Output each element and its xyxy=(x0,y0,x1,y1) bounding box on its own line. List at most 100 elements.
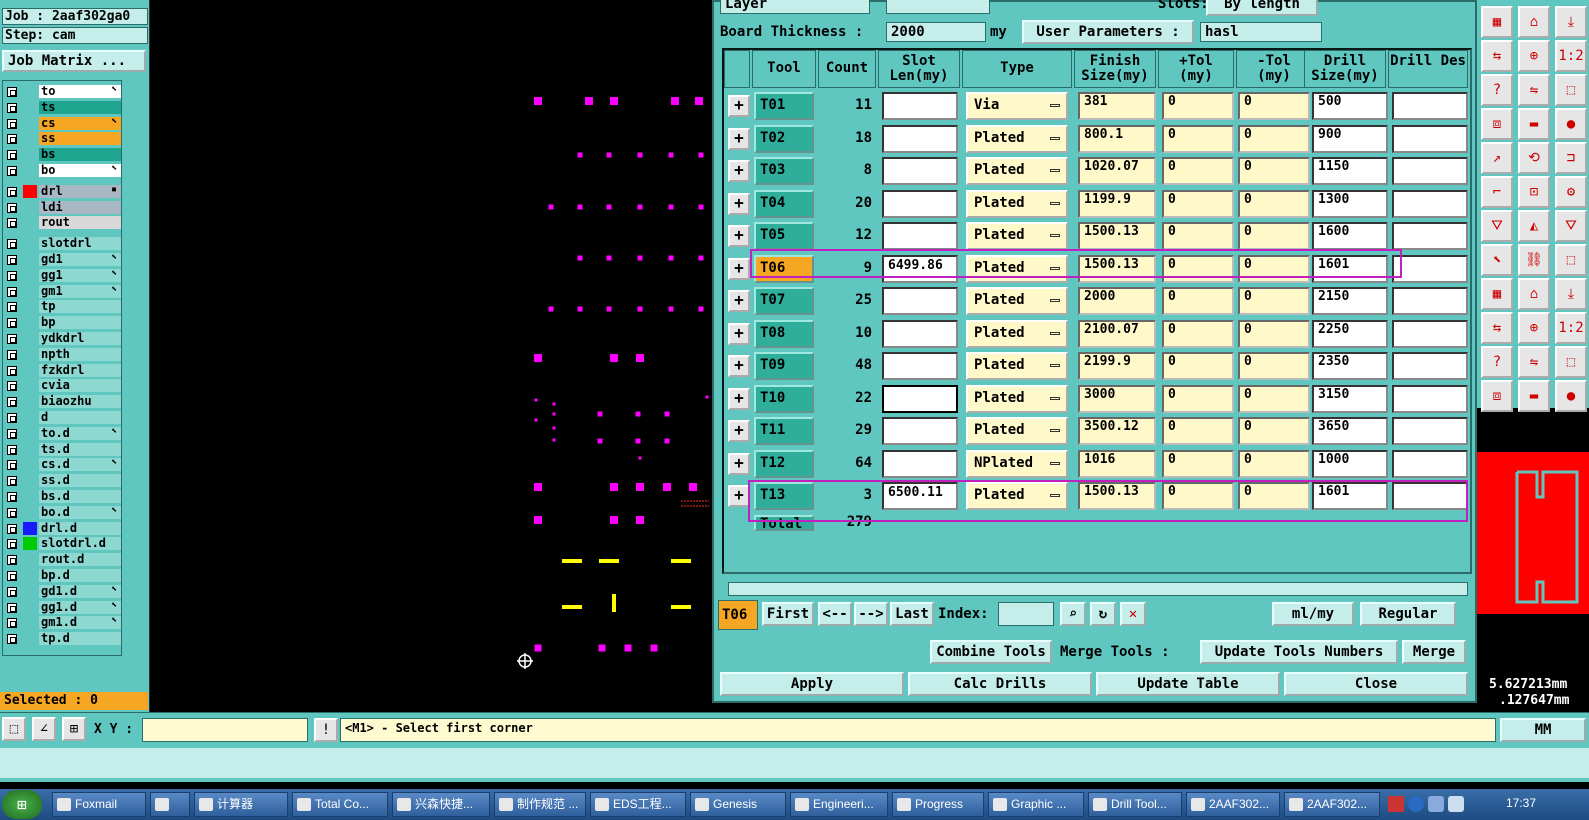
swap-icon[interactable]: ⇆ xyxy=(1481,40,1513,72)
layer-name[interactable]: bp xyxy=(39,316,121,330)
frame-icon[interactable]: ⬚ xyxy=(1555,346,1587,378)
layer-name[interactable]: bs.d xyxy=(39,490,121,503)
drill-des-input[interactable] xyxy=(1392,319,1468,348)
layer-checkbox[interactable] xyxy=(7,428,17,439)
help-icon[interactable]: ? xyxy=(1481,74,1513,106)
layer-color-swatch[interactable] xyxy=(23,332,37,345)
layer-row[interactable]: rout.d xyxy=(3,552,121,567)
zoom-icon[interactable]: ⊕ xyxy=(1518,312,1550,344)
layer-row[interactable]: bs.d xyxy=(3,489,121,504)
finish-size-input[interactable]: 1020.07 xyxy=(1078,157,1156,185)
layers-icon[interactable]: ⧈ xyxy=(1481,108,1513,140)
layer-row[interactable]: biaozhu xyxy=(3,394,121,409)
layer-row[interactable]: drl.d xyxy=(3,521,121,536)
layer-checkbox[interactable] xyxy=(7,618,17,629)
layer-row[interactable]: gm1 ⬉ xyxy=(3,284,121,299)
layer-name[interactable]: npth xyxy=(39,347,121,361)
drill-size-input[interactable]: 1000 xyxy=(1312,449,1388,478)
layer-checkbox[interactable] xyxy=(7,202,17,213)
layer-checkbox[interactable] xyxy=(7,507,17,518)
layer-row[interactable]: to.d ⬉ xyxy=(3,426,121,441)
bracket-icon[interactable]: ⊐ xyxy=(1555,142,1587,174)
start-button[interactable]: ⊞ xyxy=(2,790,42,819)
arrow-icon[interactable]: ↗ xyxy=(1481,142,1513,174)
layer-checkbox[interactable] xyxy=(7,586,17,597)
layer-name[interactable]: to.d xyxy=(39,426,121,440)
plus-tol-input[interactable]: 0 xyxy=(1162,384,1234,413)
slot-len-input[interactable] xyxy=(882,124,958,153)
search-icon[interactable]: ⌕ xyxy=(1060,602,1086,626)
layer-row[interactable]: bp.d xyxy=(3,568,121,583)
tool-button[interactable]: T04 xyxy=(754,189,814,218)
plus-tol-input[interactable]: 0 xyxy=(1162,319,1234,348)
layer-checkbox[interactable] xyxy=(7,492,17,502)
first-button[interactable]: First xyxy=(762,602,814,626)
layer-color-swatch[interactable] xyxy=(23,395,37,408)
volume-icon[interactable] xyxy=(1448,796,1464,812)
layer-name[interactable]: ts.d xyxy=(39,442,121,456)
layer-color-swatch[interactable] xyxy=(23,411,37,424)
layer-checkbox[interactable] xyxy=(7,134,17,145)
layer-checkbox[interactable] xyxy=(7,255,17,265)
layer-checkbox[interactable] xyxy=(7,397,17,408)
table-row[interactable]: + T08 10 Plated 2100.07 0 0 2250 xyxy=(724,318,1470,350)
layer-checkbox[interactable] xyxy=(7,186,17,197)
taskbar-item[interactable]: 制作规范 ... xyxy=(494,792,586,817)
layer-checkbox[interactable] xyxy=(7,539,17,550)
taskbar-item[interactable]: 计算器 xyxy=(194,792,288,817)
layer-color-swatch[interactable] xyxy=(23,616,37,629)
network-icon[interactable] xyxy=(1428,796,1444,812)
type-dropdown[interactable]: Plated xyxy=(966,417,1068,445)
type-dropdown[interactable]: NPlated xyxy=(966,449,1068,478)
slot-len-input[interactable] xyxy=(882,287,958,315)
drill-des-input[interactable] xyxy=(1392,222,1468,250)
layer-checkbox[interactable] xyxy=(7,365,17,376)
update-table-button[interactable]: Update Table xyxy=(1096,672,1280,696)
layer-color-swatch[interactable] xyxy=(23,101,37,114)
layer-row[interactable]: drl ▪ xyxy=(3,184,121,199)
tool-button[interactable]: T08 xyxy=(754,319,814,348)
undo-icon[interactable]: ⟲ xyxy=(1518,142,1550,174)
plus-tol-input[interactable]: 0 xyxy=(1162,287,1234,315)
layer-checkbox[interactable] xyxy=(7,286,17,297)
combine-tools-button[interactable]: Combine Tools xyxy=(930,640,1052,664)
drill-size-input[interactable]: 500 xyxy=(1312,92,1388,120)
drill-des-input[interactable] xyxy=(1392,189,1468,218)
layer-checkbox[interactable] xyxy=(7,602,17,613)
layer-row[interactable]: to ⬉ xyxy=(3,84,121,99)
user-parameters-button[interactable]: User Parameters : xyxy=(1022,20,1194,44)
grid-icon[interactable]: ▦ xyxy=(1481,6,1513,38)
arch-icon[interactable]: ⛛ xyxy=(1481,210,1513,242)
layer-row[interactable]: cs.d ⬉ xyxy=(3,457,121,472)
layer-name[interactable]: gd1.d xyxy=(39,584,121,598)
layer-name[interactable]: ss.d xyxy=(39,474,121,488)
graphic-canvas[interactable] xyxy=(151,0,711,712)
slots-dropdown[interactable]: By length xyxy=(1206,0,1318,16)
grid-icon[interactable]: ⊞ xyxy=(62,717,86,741)
calc-drills-button[interactable]: Calc Drills xyxy=(908,672,1092,696)
drill-size-input[interactable]: 1600 xyxy=(1312,222,1388,250)
layer-row[interactable]: gd1.d ⬉ xyxy=(3,584,121,599)
ruler-icon[interactable]: ▬ xyxy=(1518,108,1550,140)
taskbar-item[interactable]: 2AAF302... xyxy=(1186,792,1280,817)
layer-color-swatch[interactable] xyxy=(23,253,37,266)
tool-button[interactable]: T12 xyxy=(754,449,814,478)
layer-color-swatch[interactable] xyxy=(23,285,37,298)
taskbar-item[interactable]: Total Co... xyxy=(292,792,388,817)
expand-plus-icon[interactable]: + xyxy=(728,290,750,312)
tool-button[interactable]: T11 xyxy=(754,417,814,445)
expand-plus-icon[interactable]: + xyxy=(728,420,750,442)
expand-plus-icon[interactable]: + xyxy=(728,355,750,377)
finish-size-input[interactable]: 2100.07 xyxy=(1078,319,1156,348)
layer-color-swatch[interactable] xyxy=(23,316,37,329)
taskbar-item[interactable]: EDS工程... xyxy=(590,792,686,817)
layer-color-swatch[interactable] xyxy=(23,216,37,229)
slot-len-input[interactable] xyxy=(882,449,958,478)
home-icon[interactable]: ⌂ xyxy=(1518,6,1550,38)
download-icon[interactable]: ⤓ xyxy=(1555,6,1587,38)
layer-name[interactable]: cs.d xyxy=(39,458,121,472)
finish-size-input[interactable]: 3500.12 xyxy=(1078,417,1156,445)
layer-checkbox[interactable] xyxy=(7,166,17,176)
layer-name[interactable]: rout xyxy=(39,216,121,230)
layer-color-swatch[interactable] xyxy=(23,632,37,645)
